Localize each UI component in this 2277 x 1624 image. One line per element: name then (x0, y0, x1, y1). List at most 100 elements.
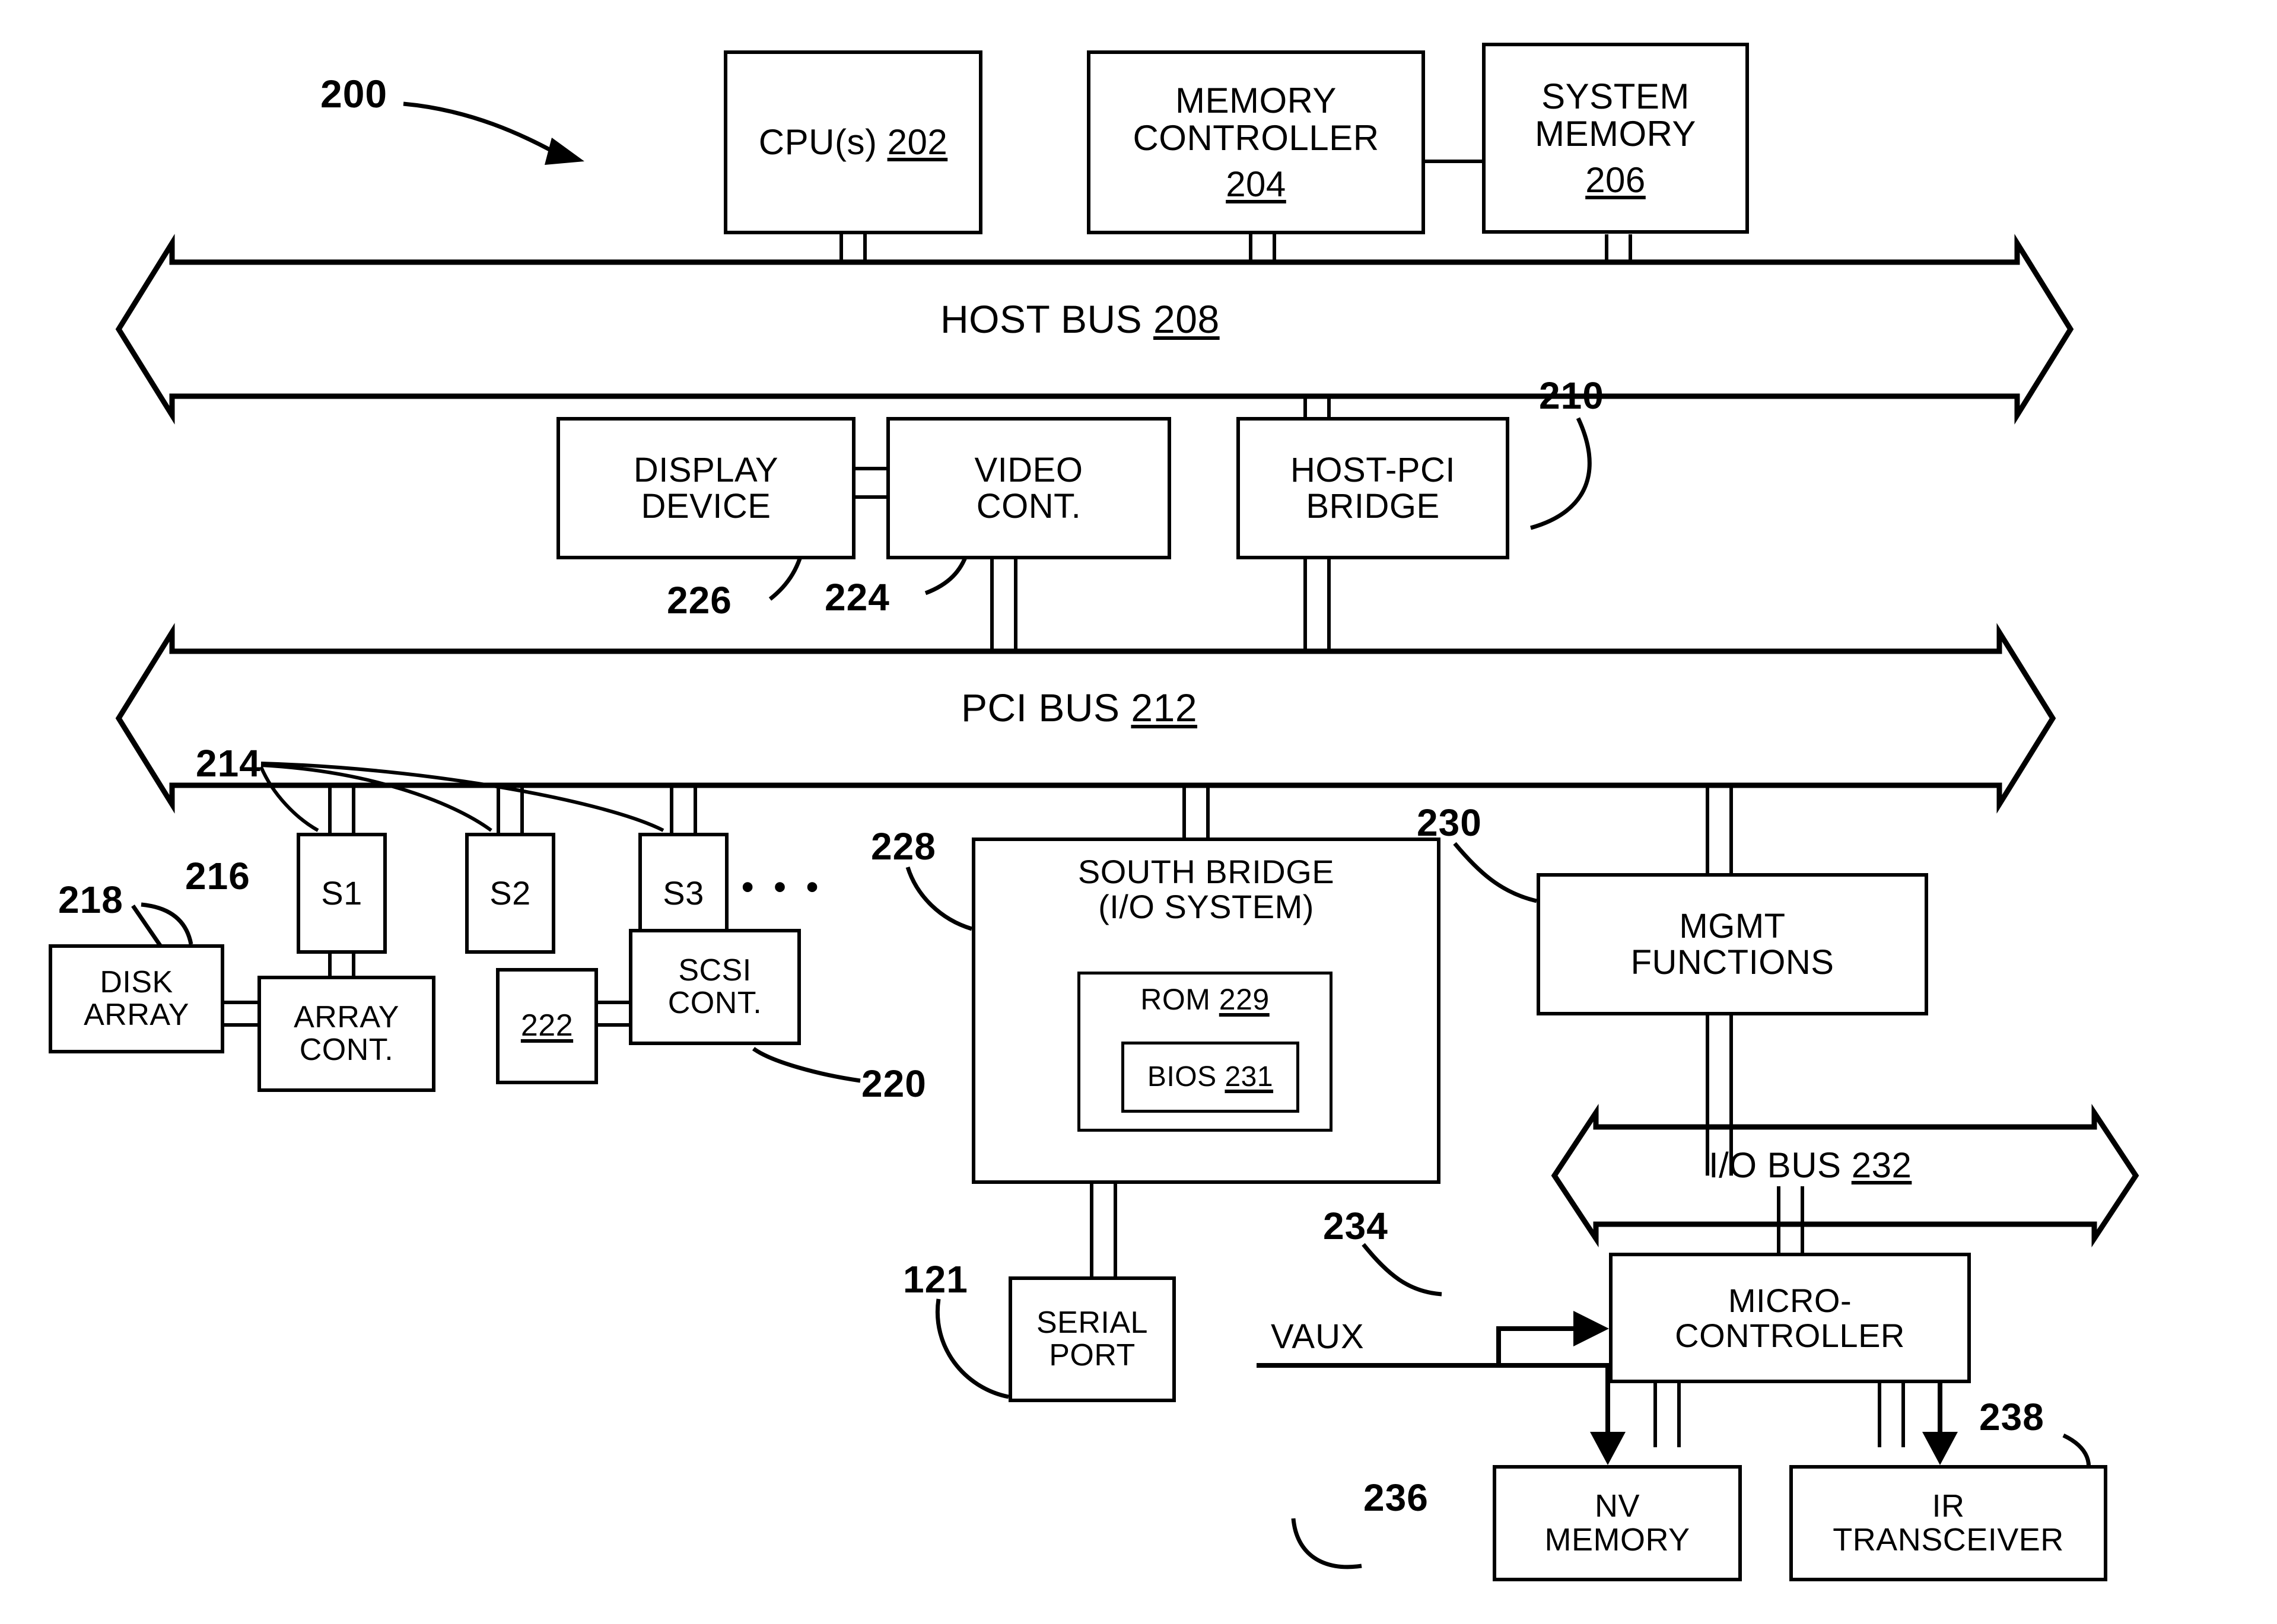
block-system-memory-ref: 206 (1585, 160, 1646, 200)
leader-220 (752, 1047, 861, 1083)
block-system-memory[interactable]: SYSTEM MEMORY 206 (1482, 43, 1749, 234)
block-scsi-controller[interactable]: SCSI CONT. (629, 929, 801, 1045)
refnum-228: 228 (871, 825, 936, 868)
block-microcontroller[interactable]: MICRO- CONTROLLER (1609, 1253, 1971, 1383)
refnum-216: 216 (185, 855, 250, 897)
block-memory-controller-line1: MEMORY (1175, 80, 1337, 120)
io-bus-ref: 232 (1851, 1145, 1912, 1185)
refnum-218: 218 (58, 878, 123, 921)
block-video-controller-line1: VIDEO (974, 450, 1083, 489)
host-bus-label: HOST BUS 208 (940, 297, 1220, 342)
block-memory-controller[interactable]: MEMORY CONTROLLER 204 (1087, 50, 1425, 234)
block-serial-port[interactable]: SERIAL PORT (1009, 1276, 1176, 1402)
block-serial-port-line2: PORT (1049, 1338, 1136, 1373)
block-mgmt-functions[interactable]: MGMT FUNCTIONS (1537, 873, 1928, 1015)
block-slot-s3-label: S3 (663, 874, 704, 912)
connector-mgmt-pcibus (1706, 785, 1733, 873)
block-disk-222-ref: 222 (520, 1008, 574, 1043)
leader-236 (1291, 1518, 1362, 1569)
block-system-memory-line2: MEMORY (1535, 114, 1696, 154)
block-ir-transceiver[interactable]: IR TRANSCEIVER (1789, 1465, 2107, 1581)
patent-figure-canvas: CPU(s) 202 MEMORY CONTROLLER 204 SYSTEM … (0, 0, 2277, 1624)
connector-memctrl-hostbus (1249, 234, 1276, 262)
pci-bus-label: PCI BUS 212 (961, 685, 1197, 730)
block-slot-s1[interactable]: S1 (297, 833, 387, 954)
connector-cpu-hostbus (839, 234, 867, 262)
connector-micro-nvmemory (1653, 1383, 1681, 1447)
block-ir-transceiver-line1: IR (1932, 1488, 1965, 1524)
block-cpu-label: CPU(s) 202 (758, 122, 948, 163)
connector-micro-ir (1878, 1383, 1905, 1447)
leader-200-arrowhead (545, 138, 584, 165)
io-bus-label: I/O BUS 232 (1709, 1145, 1912, 1186)
refnum-226: 226 (667, 579, 732, 622)
connector-southbridge-serialport (1090, 1184, 1117, 1276)
connector-diskarray-arraycont (224, 1001, 257, 1027)
block-south-bridge-line1: SOUTH BRIDGE (1077, 853, 1335, 890)
pci-bus-ref: 212 (1131, 686, 1198, 730)
block-slot-s2[interactable]: S2 (465, 833, 555, 954)
leader-214-slot2 (260, 763, 492, 832)
pci-bus-label-text: PCI BUS (961, 686, 1131, 730)
block-video-controller[interactable]: VIDEO CONT. (886, 417, 1171, 559)
connector-hostpci-pcibus (1303, 559, 1331, 651)
connector-slot2-pcibus (497, 785, 524, 833)
refnum-121: 121 (903, 1258, 968, 1301)
block-disk-array[interactable]: DISK ARRAY (49, 944, 224, 1053)
connector-slot3-pcibus (670, 785, 697, 833)
leader-230 (1453, 842, 1537, 903)
refnum-230: 230 (1417, 801, 1482, 844)
block-nv-memory[interactable]: NV MEMORY (1493, 1465, 1742, 1581)
host-bus-ref: 208 (1153, 297, 1220, 341)
block-rom-label: ROM 229 (1140, 983, 1270, 1016)
host-bus-label-text: HOST BUS (940, 297, 1154, 341)
refnum-220: 220 (861, 1062, 927, 1105)
refnum-224: 224 (825, 576, 890, 619)
block-host-pci-bridge[interactable]: HOST-PCI BRIDGE (1236, 417, 1509, 559)
block-cpu[interactable]: CPU(s) 202 (724, 50, 982, 234)
leader-214-slot1 (259, 766, 319, 832)
block-array-controller[interactable]: ARRAY CONT. (257, 976, 435, 1092)
block-disk-array-line2: ARRAY (84, 998, 189, 1032)
refnum-200: 200 (320, 72, 388, 116)
block-scsi-controller-line2: CONT. (667, 986, 762, 1020)
leader-210 (1530, 417, 1592, 530)
block-mgmt-functions-line2: FUNCTIONS (1630, 943, 1834, 982)
leader-234 (1362, 1243, 1442, 1297)
block-south-bridge-line2: (I/O SYSTEM) (1098, 888, 1314, 926)
block-nv-memory-line1: NV (1594, 1488, 1640, 1524)
block-ir-transceiver-line2: TRANSCEIVER (1833, 1522, 2064, 1558)
block-disk-array-line1: DISK (100, 964, 173, 999)
block-host-pci-bridge-line1: HOST-PCI (1290, 450, 1455, 489)
block-memory-controller-line2: CONTROLLER (1133, 118, 1379, 158)
block-display-device-line1: DISPLAY (633, 450, 779, 489)
refnum-234: 234 (1323, 1205, 1388, 1247)
connector-southbridge-pcibus (1182, 785, 1210, 838)
connector-iobus-micro (1777, 1186, 1804, 1253)
block-display-device[interactable]: DISPLAY DEVICE (556, 417, 856, 559)
block-serial-port-line1: SERIAL (1036, 1305, 1148, 1340)
refnum-238: 238 (1979, 1396, 2044, 1438)
leader-214-slot3 (260, 762, 664, 832)
block-array-controller-line1: ARRAY (294, 999, 399, 1034)
slot-ellipsis: • • • (742, 868, 824, 906)
leader-121 (936, 1298, 1009, 1399)
refnum-236: 236 (1363, 1476, 1429, 1519)
block-memory-controller-ref: 204 (1226, 164, 1286, 204)
block-nv-memory-line2: MEMORY (1544, 1522, 1690, 1558)
block-bios-label: BIOS 231 (1147, 1061, 1274, 1093)
block-array-controller-line2: CONT. (299, 1033, 394, 1067)
block-system-memory-line1: SYSTEM (1541, 76, 1690, 116)
block-microcontroller-line2: CONTROLLER (1675, 1317, 1905, 1354)
block-slot-s2-label: S2 (489, 874, 531, 912)
block-disk-222[interactable]: 222 (496, 968, 598, 1084)
connector-hostpci-hostbus (1303, 396, 1331, 417)
block-video-controller-line2: CONT. (976, 487, 1082, 526)
connector-display-video (856, 467, 886, 499)
block-bios[interactable]: BIOS 231 (1121, 1042, 1299, 1113)
block-display-device-line2: DEVICE (641, 487, 771, 526)
vaux-label: VAUX (1271, 1317, 1365, 1356)
refnum-214: 214 (196, 742, 261, 785)
io-bus-label-text: I/O BUS (1709, 1145, 1852, 1185)
connector-slot1-pcibus (328, 785, 355, 833)
